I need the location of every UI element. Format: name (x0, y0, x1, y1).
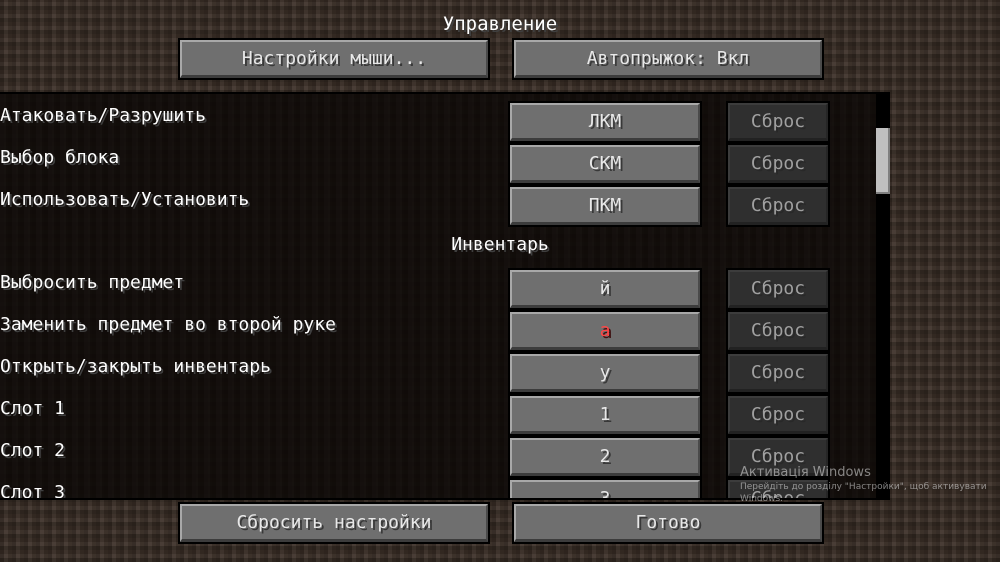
binding-key-slot-2-button[interactable]: 2 (508, 436, 702, 478)
binding-reset-attack-button[interactable]: Сброс (726, 101, 830, 143)
binding-reset-slot-3-button[interactable]: Сброс (726, 478, 830, 498)
binding-label-slot-2: Слот 2 (0, 440, 66, 461)
binding-key-attack-button[interactable]: ЛКМ (508, 101, 702, 143)
binding-reset-swap-offhand-button[interactable]: Сброс (726, 310, 830, 352)
keybind-list[interactable]: Атаковать/Разрушить ЛКМ Сброс Выбор блок… (0, 92, 890, 500)
binding-label-swap-offhand: Заменить предмет во второй руке (0, 314, 336, 335)
binding-reset-pick-block-button[interactable]: Сброс (726, 143, 830, 185)
binding-key-pick-block-button[interactable]: СКМ (508, 143, 702, 185)
binding-reset-slot-1-button[interactable]: Сброс (726, 394, 830, 436)
binding-reset-slot-2-button[interactable]: Сброс (726, 436, 830, 478)
binding-label-drop-item: Выбросить предмет (0, 272, 185, 293)
auto-jump-toggle-button[interactable]: Автопрыжок: Вкл (512, 38, 824, 80)
binding-key-drop-item-button[interactable]: й (508, 268, 702, 310)
binding-reset-drop-item-button[interactable]: Сброс (726, 268, 830, 310)
screen-title: Управление (442, 13, 558, 35)
controls-screen: { "screen": { "title": "Управление", "mo… (0, 0, 1000, 562)
binding-label-pick-block: Выбор блока (0, 147, 120, 168)
binding-key-inventory-button[interactable]: у (508, 352, 702, 394)
keybind-list-scrollbar[interactable] (876, 94, 890, 498)
binding-key-slot-3-button[interactable]: 3 (508, 478, 702, 498)
category-inventory-heading: Инвентарь (451, 234, 549, 255)
binding-key-slot-1-button[interactable]: 1 (508, 394, 702, 436)
binding-reset-inventory-button[interactable]: Сброс (726, 352, 830, 394)
keybind-list-scroll-thumb[interactable] (876, 128, 890, 194)
binding-label-use: Использовать/Установить (0, 189, 250, 210)
binding-label-inventory: Открыть/закрыть инвентарь (0, 356, 271, 377)
binding-label-attack: Атаковать/Разрушить (0, 105, 206, 126)
binding-key-swap-offhand-button[interactable]: а (508, 310, 702, 352)
reset-all-keys-button[interactable]: Сбросить настройки (178, 502, 490, 544)
done-button[interactable]: Готово (512, 502, 824, 544)
mouse-settings-button[interactable]: Настройки мыши... (178, 38, 490, 80)
binding-key-use-button[interactable]: ПКМ (508, 185, 702, 227)
binding-reset-use-button[interactable]: Сброс (726, 185, 830, 227)
binding-label-slot-1: Слот 1 (0, 398, 66, 419)
binding-label-slot-3: Слот 3 (0, 482, 66, 500)
